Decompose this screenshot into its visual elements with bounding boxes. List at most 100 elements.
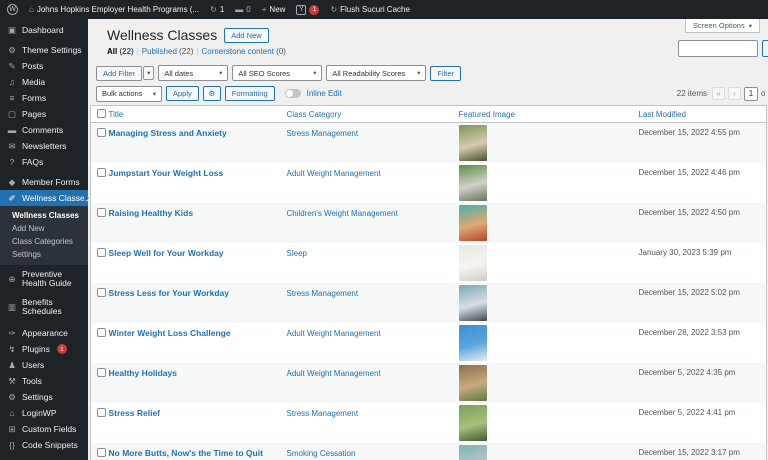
class-title-link[interactable]: Stress Less for Your Workday xyxy=(109,288,229,298)
class-category-link[interactable]: Stress Management xyxy=(287,409,359,418)
screen-options-tab[interactable]: Screen Options ▾ xyxy=(685,19,760,33)
sidebar-item-member-forms[interactable]: ◆Member Forms xyxy=(0,174,88,190)
row-checkbox[interactable] xyxy=(97,448,106,457)
class-category-link[interactable]: Adult Weight Management xyxy=(287,169,381,178)
classes-table-body: Managing Stress and Anxiety Stress Manage… xyxy=(91,123,767,460)
code-icon: {} xyxy=(7,440,17,450)
comments-link[interactable]: ▬ 0 xyxy=(235,5,250,14)
media-icon: ♫ xyxy=(7,77,17,87)
class-title-link[interactable]: Sleep Well for Your Workday xyxy=(109,248,224,258)
class-category-link[interactable]: Adult Weight Management xyxy=(287,329,381,338)
submenu-item-add-new[interactable]: Add New xyxy=(0,222,88,235)
seo-scores-filter-select[interactable]: All SEO Scores ▾ xyxy=(232,65,322,81)
sidebar-item-dashboard[interactable]: ▣Dashboard xyxy=(0,22,88,38)
yoast-seo-link[interactable]: Y 1 xyxy=(296,5,319,15)
class-category-link[interactable]: Stress Management xyxy=(287,129,359,138)
sidebar-item-users[interactable]: ♟Users xyxy=(0,357,88,373)
previous-page-button[interactable]: ‹ xyxy=(728,87,741,100)
sidebar-item-posts[interactable]: ✎Posts xyxy=(0,58,88,74)
dates-filter-select[interactable]: All dates ▾ xyxy=(158,65,228,81)
view-link-published[interactable]: Published (22) xyxy=(142,47,194,56)
column-header-class-category[interactable]: Class Category xyxy=(285,106,457,123)
submenu-item-settings[interactable]: Settings xyxy=(0,248,88,261)
class-title-link[interactable]: Stress Relief xyxy=(109,408,161,418)
sidebar-item-faqs[interactable]: ?FAQs xyxy=(0,154,88,170)
chevron-down-icon: ▾ xyxy=(749,22,752,30)
class-category-link[interactable]: Adult Weight Management xyxy=(287,369,381,378)
sidebar-item-settings[interactable]: ⚙Settings xyxy=(0,389,88,405)
class-category-link[interactable]: Sleep xyxy=(287,249,307,258)
add-filter-caret-button[interactable]: ▾ xyxy=(143,66,154,80)
row-checkbox[interactable] xyxy=(97,408,106,417)
formatting-button[interactable]: Formatting xyxy=(225,86,275,101)
sidebar-item-preventive-health-guide[interactable]: ⊕Preventive Health Guide xyxy=(0,265,88,293)
sidebar-item-label: FAQs xyxy=(22,157,43,167)
sidebar-item-comments[interactable]: ▬Comments xyxy=(0,122,88,138)
new-content-link[interactable]: + New xyxy=(262,5,286,14)
submenu-item-wellness-classes-all[interactable]: Wellness Classes xyxy=(0,209,88,222)
class-title-link[interactable]: Healthy Holidays xyxy=(109,368,178,378)
home-icon: ⌂ xyxy=(29,6,34,14)
row-checkbox[interactable] xyxy=(97,168,106,177)
column-header-featured-image[interactable]: Featured Image xyxy=(457,106,637,123)
sidebar-item-benefits-schedules[interactable]: ▥Benefits Schedules xyxy=(0,293,88,321)
readability-filter-select[interactable]: All Readability Scores ▾ xyxy=(326,65,426,81)
wordpress-logo-icon[interactable]: W xyxy=(7,4,18,15)
class-title-link[interactable]: Jumpstart Your Weight Loss xyxy=(109,168,224,178)
updates-link[interactable]: ↻ 1 xyxy=(210,5,224,14)
class-title-link[interactable]: No More Butts, Now's the Time to Quit xyxy=(109,448,263,458)
sidebar-item-code-snippets[interactable]: {}Code Snippets xyxy=(0,437,88,453)
column-header-title[interactable]: Title xyxy=(107,106,285,123)
class-category-link[interactable]: Stress Management xyxy=(287,289,359,298)
column-settings-button[interactable]: ⚙ xyxy=(203,86,221,101)
table-row: Winter Weight Loss Challenge Adult Weight… xyxy=(91,323,767,363)
add-filter-button[interactable]: Add Filter xyxy=(96,66,142,81)
sidebar-item-custom-fields[interactable]: ⊞Custom Fields xyxy=(0,421,88,437)
class-title-link[interactable]: Managing Stress and Anxiety xyxy=(109,128,227,138)
row-checkbox[interactable] xyxy=(97,328,106,337)
bulk-actions-select[interactable]: Bulk actions ▾ xyxy=(96,86,162,102)
row-checkbox[interactable] xyxy=(97,208,106,217)
sidebar-item-plugins[interactable]: ↯Plugins1 xyxy=(0,341,88,357)
view-count: (0) xyxy=(276,47,286,56)
class-title-link[interactable]: Winter Weight Loss Challenge xyxy=(109,328,231,338)
view-link-cornerstone[interactable]: Cornerstone content (0) xyxy=(201,47,286,56)
sidebar-item-media[interactable]: ♫Media xyxy=(0,74,88,90)
view-count: (22) xyxy=(119,47,133,56)
filter-button[interactable]: Filter xyxy=(430,66,461,81)
current-page-input[interactable]: 1 xyxy=(744,87,758,101)
flush-cache-label: Flush Sucuri Cache xyxy=(340,5,410,14)
row-checkbox[interactable] xyxy=(97,128,106,137)
sidebar-item-label: Appearance xyxy=(22,328,68,338)
comment-bubble-icon: ▬ xyxy=(7,125,17,135)
apply-button[interactable]: Apply xyxy=(166,86,199,101)
row-checkbox[interactable] xyxy=(97,288,106,297)
site-name-link[interactable]: ⌂ Johns Hopkins Employer Health Programs… xyxy=(29,5,199,14)
inline-edit-toggle[interactable] xyxy=(285,89,301,98)
add-new-button[interactable]: Add New xyxy=(224,28,268,43)
sidebar-item-forms[interactable]: ≡Forms xyxy=(0,90,88,106)
column-header-last-modified[interactable]: Last Modified xyxy=(637,106,767,123)
search-submit-button[interactable] xyxy=(762,40,768,57)
sidebar-item-label: LoginWP xyxy=(22,408,57,418)
first-page-button[interactable]: « xyxy=(712,87,725,100)
row-checkbox[interactable] xyxy=(97,368,106,377)
sidebar-item-theme-settings[interactable]: ⚙Theme Settings xyxy=(0,42,88,58)
sidebar-item-appearance[interactable]: ✑Appearance xyxy=(0,325,88,341)
flush-sucuri-cache-link[interactable]: ↻ Flush Sucuri Cache xyxy=(330,5,410,14)
last-modified-date: December 5, 2022 4:35 pm xyxy=(637,363,767,403)
select-all-checkbox[interactable] xyxy=(97,109,106,118)
sidebar-item-pages[interactable]: ▢Pages xyxy=(0,106,88,122)
class-category-link[interactable]: Children's Weight Management xyxy=(287,209,398,218)
submenu-item-class-categories[interactable]: Class Categories xyxy=(0,235,88,248)
sidebar-item-tools[interactable]: ⚒Tools xyxy=(0,373,88,389)
search-input[interactable] xyxy=(678,40,758,57)
sidebar-item-loginwp[interactable]: ⌂LoginWP xyxy=(0,405,88,421)
class-title-link[interactable]: Raising Healthy Kids xyxy=(109,208,194,218)
sidebar-item-newsletters[interactable]: ✉Newsletters xyxy=(0,138,88,154)
row-checkbox[interactable] xyxy=(97,248,106,257)
class-category-link[interactable]: Smoking Cessation xyxy=(287,449,356,458)
sidebar-item-wellness-classes[interactable]: ✐Wellness Classes xyxy=(0,190,88,206)
dashboard-icon: ▣ xyxy=(7,25,17,36)
view-link-all[interactable]: All (22) xyxy=(107,47,134,56)
